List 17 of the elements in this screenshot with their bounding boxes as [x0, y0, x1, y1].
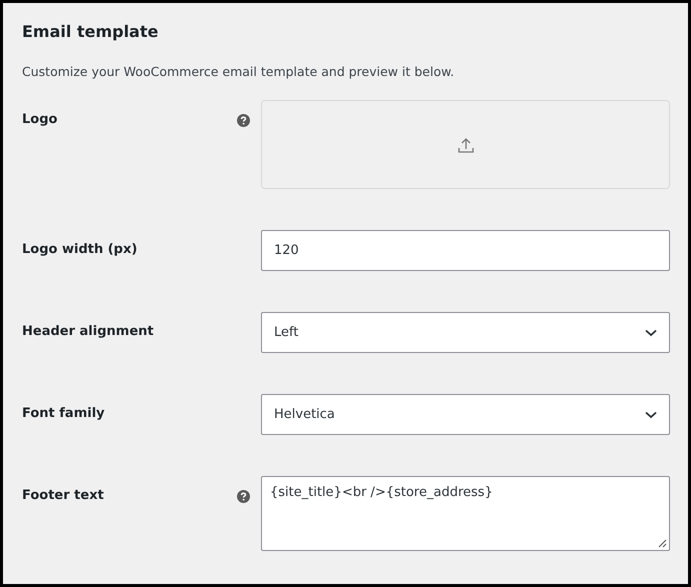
- field-label: Logo width (px): [22, 241, 138, 257]
- field-label: Logo: [22, 111, 58, 127]
- section-title: Email template: [22, 21, 160, 43]
- chevron-down-icon: [645, 328, 657, 336]
- help-icon[interactable]: [237, 490, 250, 503]
- upload-icon: [456, 136, 474, 154]
- input-field[interactable]: 120: [261, 230, 670, 271]
- dropdown[interactable]: Helvetica: [261, 394, 670, 435]
- help-icon[interactable]: [237, 114, 250, 127]
- section-description: Customize your WooCommerce email template and preview it below.: [22, 63, 456, 81]
- textarea-field[interactable]: {site_title}<br />{store_address}: [261, 476, 670, 551]
- chevron-down-icon: [645, 410, 657, 418]
- field-label: Font family: [22, 405, 106, 421]
- dropdown[interactable]: Left: [261, 312, 670, 353]
- resize-handle-icon[interactable]: [658, 539, 667, 548]
- field-label: Header alignment: [22, 323, 155, 339]
- field-label: Footer text: [22, 487, 105, 503]
